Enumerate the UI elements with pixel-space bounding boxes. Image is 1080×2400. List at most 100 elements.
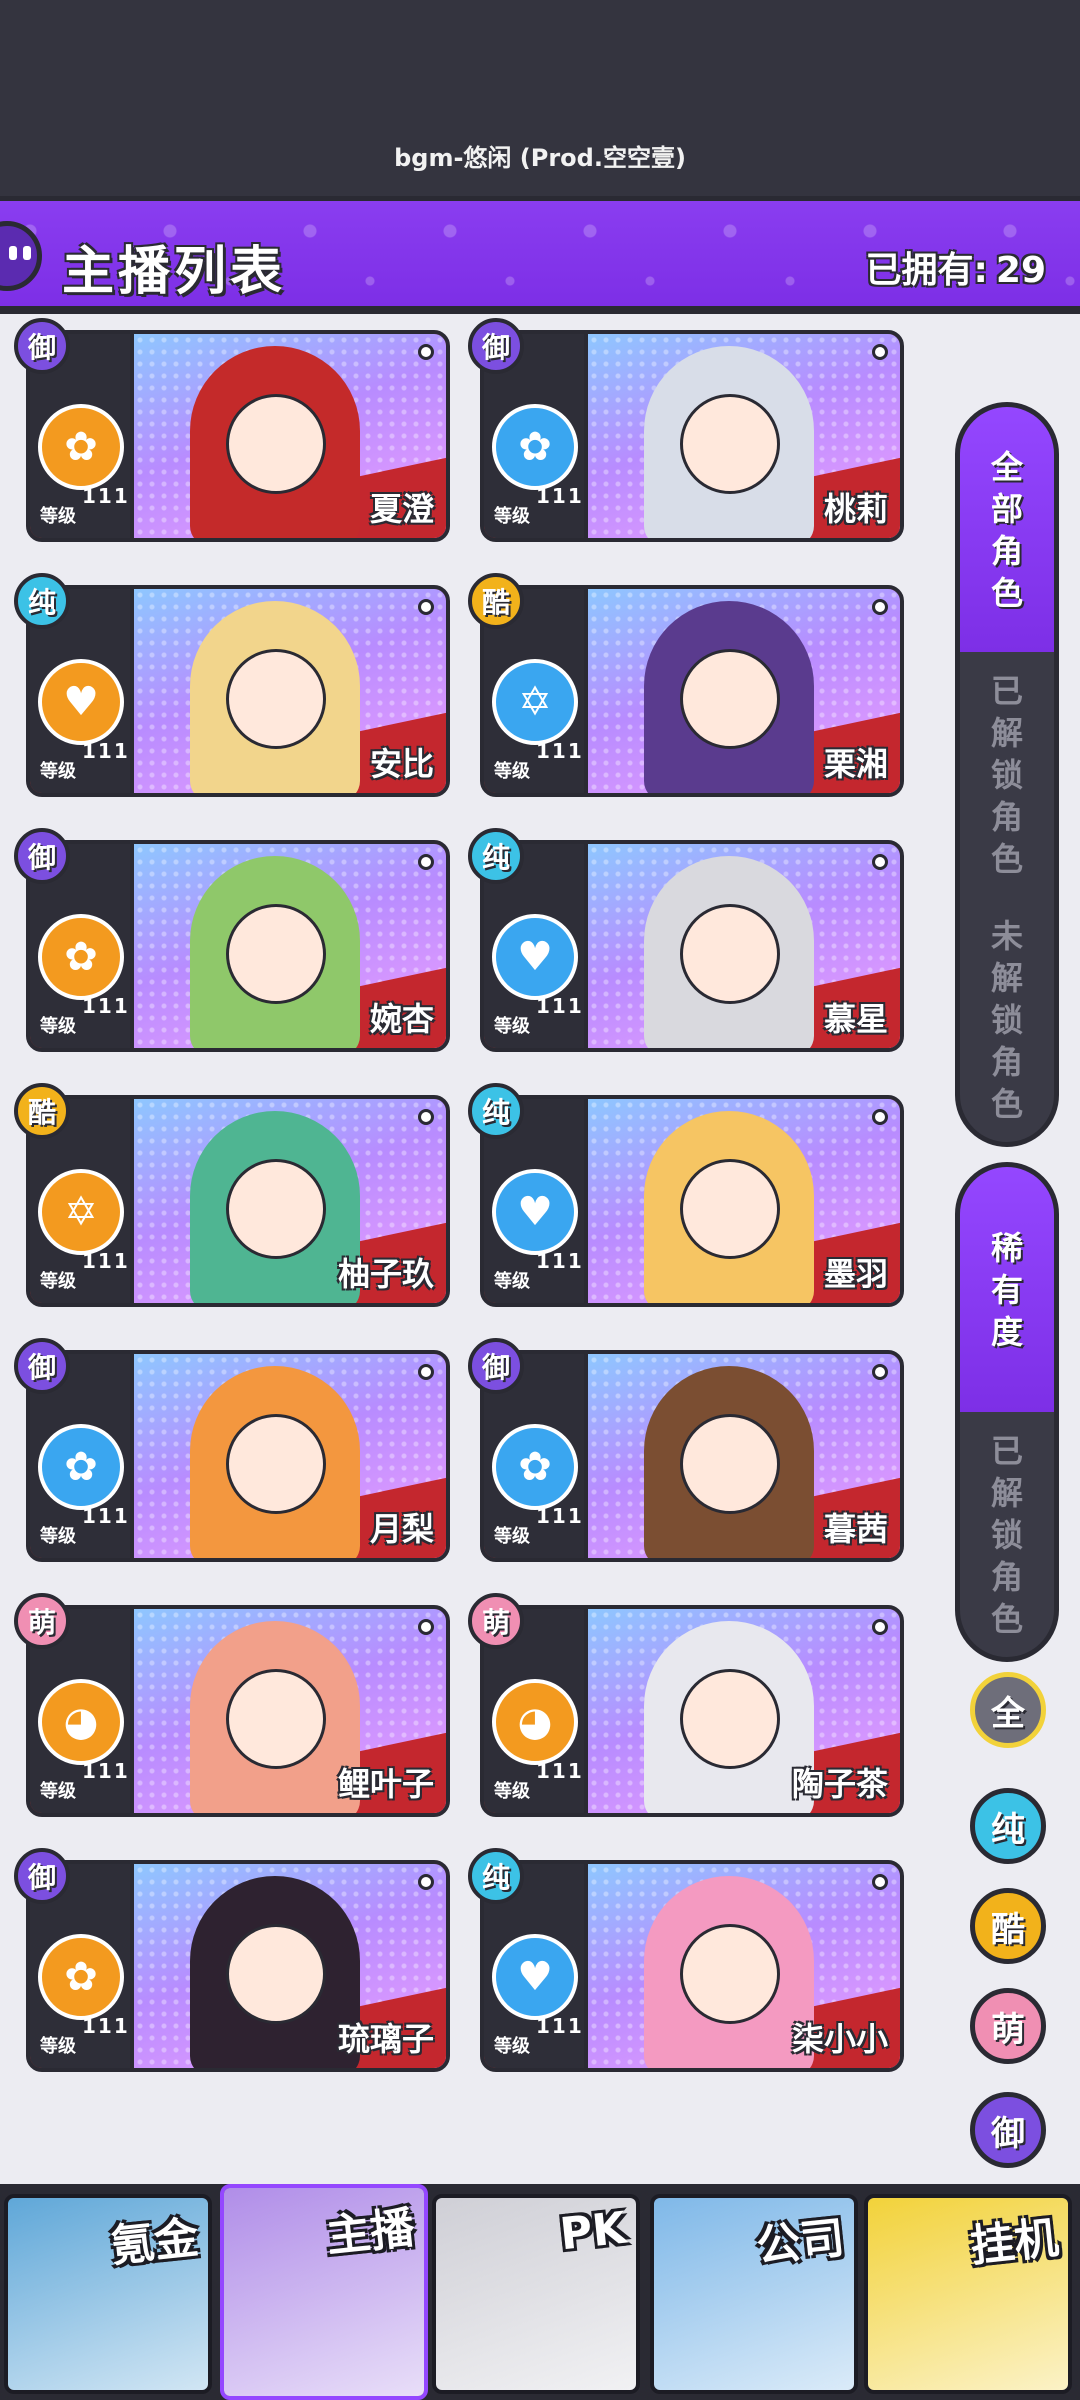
- filter-char: 色: [990, 1599, 1023, 1638]
- nav-tab[interactable]: 氪金: [4, 2194, 212, 2394]
- character-face: [226, 649, 326, 749]
- level-value: 111: [536, 484, 584, 508]
- streamer-card[interactable]: ♥ 等级 111 安比: [26, 585, 450, 797]
- character-face: [226, 394, 326, 494]
- role-filter-panel: 全部角色已解锁角色未解锁角色: [955, 402, 1059, 1147]
- level-label: 等级: [494, 1526, 530, 1547]
- nav-tab-label: 公司: [754, 2212, 847, 2273]
- streamer-name: 鲤叶子: [337, 1765, 434, 1803]
- streamer-name: 陶子茶: [791, 1765, 888, 1803]
- level-label: 等级: [494, 1781, 530, 1802]
- character-face: [226, 1669, 326, 1769]
- filter-char: 解: [990, 713, 1023, 752]
- level-label: 等级: [494, 506, 530, 527]
- filter-char: 度: [990, 1312, 1023, 1351]
- filter-char: 角: [990, 531, 1023, 570]
- card-pin-icon: [418, 1619, 434, 1635]
- bottom-nav: 氪金 主播 PK 公司 挂机: [0, 2184, 1080, 2400]
- filter-tab[interactable]: 未解锁角色: [960, 897, 1054, 1142]
- rarity-badge: 御: [468, 318, 524, 374]
- filter-tab[interactable]: 稀有度: [960, 1167, 1054, 1412]
- bgm-label: bgm-悠闲 (Prod.空空壹): [394, 144, 686, 172]
- star-icon: ✡: [38, 1169, 124, 1255]
- filter-char: 全: [990, 447, 1023, 486]
- streamer-card[interactable]: ♥ 等级 111 柒小小: [480, 1860, 904, 2072]
- rarity-badge: 酷: [468, 573, 524, 629]
- streamer-card[interactable]: ♥ 等级 111 慕星: [480, 840, 904, 1052]
- level-value: 111: [536, 1759, 584, 1783]
- streamer-card[interactable]: ◕ 等级 111 鲤叶子: [26, 1605, 450, 1817]
- filter-char: 解: [990, 958, 1023, 997]
- rarity-filter-button[interactable]: 酷: [970, 1888, 1046, 1964]
- character-face: [680, 1159, 780, 1259]
- nav-tab-label: 氪金: [108, 2212, 201, 2273]
- rarity-badge: 御: [14, 1338, 70, 1394]
- nav-tab[interactable]: PK: [432, 2194, 640, 2394]
- card-pin-icon: [872, 1619, 888, 1635]
- rarity-filter-button[interactable]: 纯: [970, 1788, 1046, 1864]
- streamer-card[interactable]: ✡ 等级 111 柚子玖: [26, 1095, 450, 1307]
- streamer-card[interactable]: ◕ 等级 111 陶子茶: [480, 1605, 904, 1817]
- filter-char: 已: [990, 1431, 1023, 1470]
- filter-tab[interactable]: 全部角色: [960, 407, 1054, 652]
- streamer-card[interactable]: ✿ 等级 111 桃莉: [480, 330, 904, 542]
- filter-char: 已: [990, 671, 1023, 710]
- filter-tab[interactable]: 已解锁角色: [960, 652, 1054, 897]
- level-label: 等级: [40, 761, 76, 782]
- streamer-name: 桃莉: [823, 490, 888, 528]
- streamer-card[interactable]: ✡ 等级 111 栗湘: [480, 585, 904, 797]
- filter-char: 角: [990, 797, 1023, 836]
- streamer-name: 墨羽: [823, 1255, 888, 1293]
- level-value: 111: [82, 2014, 130, 2038]
- filter-char: 有: [990, 1270, 1023, 1309]
- card-pin-icon: [872, 344, 888, 360]
- level-label: 等级: [40, 1271, 76, 1292]
- character-face: [226, 1924, 326, 2024]
- filter-char: 色: [990, 1084, 1023, 1123]
- rarity-filter-button[interactable]: 御: [970, 2092, 1046, 2168]
- level-label: 等级: [494, 1271, 530, 1292]
- level-value: 111: [82, 1759, 130, 1783]
- streamer-card[interactable]: ✿ 等级 111 琉璃子: [26, 1860, 450, 2072]
- filter-tab[interactable]: 已解锁角色: [960, 1412, 1054, 1657]
- streamer-name: 柒小小: [791, 2020, 888, 2058]
- streamer-card[interactable]: ♥ 等级 111 墨羽: [480, 1095, 904, 1307]
- cat-icon: ◕: [492, 1679, 578, 1765]
- streamer-card[interactable]: ✿ 等级 111 月梨: [26, 1350, 450, 1562]
- rarity-filter-button[interactable]: 全: [970, 1672, 1046, 1748]
- filter-char: 解: [990, 1473, 1023, 1512]
- rarity-badge: 纯: [468, 828, 524, 884]
- streamer-name: 琉璃子: [337, 2020, 434, 2058]
- level-label: 等级: [40, 2036, 76, 2057]
- level-label: 等级: [494, 761, 530, 782]
- filter-char: 锁: [990, 1000, 1023, 1039]
- filter-char: 角: [990, 1557, 1023, 1596]
- nav-tab[interactable]: 挂机: [864, 2194, 1072, 2394]
- streamer-name: 栗湘: [823, 745, 888, 783]
- level-value: 111: [536, 994, 584, 1018]
- streamer-card[interactable]: ✿ 等级 111 暮茜: [480, 1350, 904, 1562]
- level-value: 111: [536, 739, 584, 763]
- level-value: 111: [82, 739, 130, 763]
- streamer-card[interactable]: ✿ 等级 111 夏澄: [26, 330, 450, 542]
- rarity-badge: 御: [468, 1338, 524, 1394]
- level-label: 等级: [40, 1016, 76, 1037]
- nav-tab[interactable]: 公司: [650, 2194, 858, 2394]
- level-value: 111: [82, 484, 130, 508]
- rarity-filter-panel: 稀有度已解锁角色: [955, 1162, 1059, 1662]
- level-label: 等级: [40, 506, 76, 527]
- rarity-badge: 纯: [468, 1083, 524, 1139]
- filter-char: 锁: [990, 1515, 1023, 1554]
- nav-tab[interactable]: 主播: [220, 2184, 428, 2400]
- streamer-name: 慕星: [823, 1000, 888, 1038]
- character-face: [680, 1414, 780, 1514]
- rarity-badge: 御: [14, 318, 70, 374]
- streamer-card[interactable]: ✿ 等级 111 婉杏: [26, 840, 450, 1052]
- rose-icon: ✿: [38, 914, 124, 1000]
- rarity-filter-button[interactable]: 萌: [970, 1988, 1046, 2064]
- card-pin-icon: [872, 599, 888, 615]
- streamer-name: 夏澄: [369, 490, 434, 528]
- character-face: [680, 1924, 780, 2024]
- character-face: [226, 1414, 326, 1514]
- heart-pulse-icon: ♥: [38, 659, 124, 745]
